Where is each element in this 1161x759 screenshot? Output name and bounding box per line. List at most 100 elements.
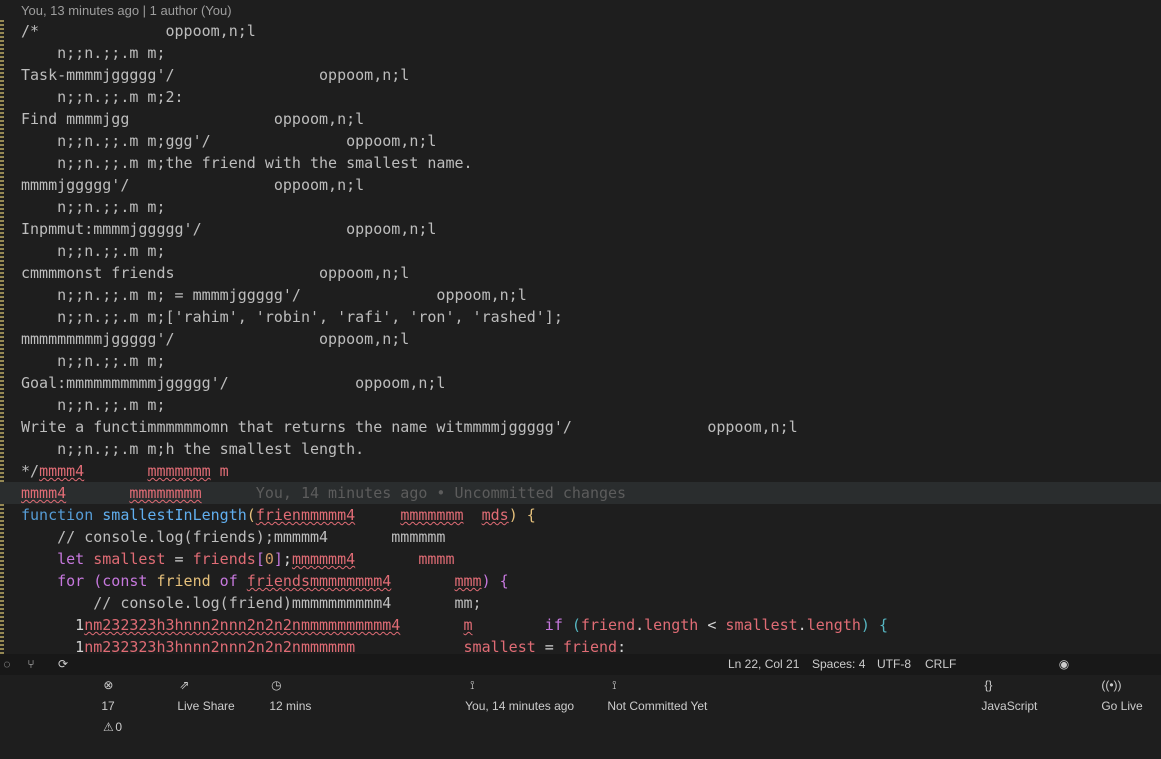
code-token: Inpmmut:mmmmjggggg'/ oppoom,n;l xyxy=(21,220,437,238)
code-line-text: n;;n.;;.m m; xyxy=(21,196,166,218)
code-line[interactable]: /* oppoom,n;l xyxy=(0,20,1161,42)
code-line-text: n;;n.;;.m m;ggg'/ oppoom,n;l xyxy=(21,130,436,152)
commit-icon: ⟟ xyxy=(470,678,475,692)
code-token: = xyxy=(165,550,193,568)
code-token: smallest xyxy=(93,550,166,568)
code-line[interactable]: Write a functimmmmmmomn that returns the… xyxy=(0,416,1161,438)
code-token: smallestInLength xyxy=(102,506,247,524)
code-token: mds xyxy=(481,506,509,524)
code-line-text: mmmmjggggg'/ oppoom,n;l xyxy=(21,174,364,196)
git-blame-status[interactable]: ⟟ You, 14 minutes ago xyxy=(452,654,574,713)
code-line[interactable]: n;;n.;;.m m;h the smallest length. xyxy=(0,438,1161,460)
indentation-selector[interactable]: Spaces: 4 xyxy=(812,654,865,675)
code-line-text: for (const friend of friendsmmmmmmmm4 mm… xyxy=(21,570,509,592)
code-token: { xyxy=(490,572,509,590)
code-line[interactable]: for (const friend of friendsmmmmmmmm4 mm… xyxy=(0,570,1161,592)
code-token: nm232323h3hnnn2nnn2n2n2nmmmmmmmmmm4 xyxy=(84,616,401,634)
code-line[interactable]: n;;n.;;.m m;2: xyxy=(0,86,1161,108)
code-line-text: */mmmm4 mmmmmmm m xyxy=(21,460,229,482)
code-line[interactable]: n;;n.;;.m m; xyxy=(0,240,1161,262)
code-line[interactable]: Task-mmmmjggggg'/ oppoom,n;l xyxy=(0,64,1161,86)
code-token: mmmm4 xyxy=(39,462,85,480)
code-token: n;;n.;;.m m; xyxy=(21,242,166,260)
code-line-text: Task-mmmmjggggg'/ oppoom,n;l xyxy=(21,64,409,86)
go-live-button[interactable]: ((•)) Go Live xyxy=(1088,654,1142,713)
code-line[interactable]: mmmm4 mmmmmmmm You, 14 minutes ago • Unc… xyxy=(0,482,1161,504)
code-line-text: Find mmmmjgg oppoom,n;l xyxy=(21,108,364,130)
time-tracker[interactable]: ◷ 12 mins xyxy=(256,654,311,713)
encoding-selector[interactable]: UTF-8 xyxy=(877,654,911,675)
code-token: mmmm4 xyxy=(21,484,67,502)
sync-icon[interactable]: ⟳ xyxy=(56,654,70,675)
code-token: m xyxy=(210,462,229,480)
code-token: length xyxy=(644,616,699,634)
warning-count: 0 xyxy=(115,720,123,734)
code-line[interactable]: mmmmjggggg'/ oppoom,n;l xyxy=(0,174,1161,196)
remote-icon[interactable]: ◌ xyxy=(0,654,14,675)
code-line[interactable]: cmmmmonst friends oppoom,n;l xyxy=(0,262,1161,284)
code-line-text: n;;n.;;.m m; xyxy=(21,240,166,262)
code-line[interactable]: function smallestInLength(frienmmmmm4 mm… xyxy=(0,504,1161,526)
code-token: friendsmmmmmmmm4 xyxy=(246,572,392,590)
code-line[interactable]: // console.log(friend)mmmmmmmmmm4 mm; xyxy=(0,592,1161,614)
code-line[interactable]: n;;n.;;.m m; xyxy=(0,196,1161,218)
git-blame-header[interactable]: You, 13 minutes ago | 1 author (You) xyxy=(21,2,232,20)
code-line[interactable]: let smallest = friends[0];mmmmmm4 mmmm xyxy=(0,548,1161,570)
source-control-icon[interactable]: ⑂ xyxy=(24,654,38,675)
code-token: of xyxy=(210,572,247,590)
code-line[interactable]: */mmmm4 mmmmmmm m xyxy=(0,460,1161,482)
error-icon: ⊗ xyxy=(103,678,114,692)
code-line[interactable]: Goal:mmmmmmmmmmjggggg'/ oppoom,n;l xyxy=(0,372,1161,394)
code-token: ; xyxy=(282,550,292,568)
code-line[interactable]: n;;n.;;.m m;ggg'/ oppoom,n;l xyxy=(0,130,1161,152)
code-line[interactable]: // console.log(friends);mmmmm4 mmmmmm xyxy=(0,526,1161,548)
code-line[interactable]: mmmmmmmmmjggggg'/ oppoom,n;l xyxy=(0,328,1161,350)
code-token: */ xyxy=(21,462,40,480)
clock-icon: ◷ xyxy=(271,678,282,692)
code-editor[interactable]: /* oppoom,n;l n;;n.;;.m m; Task-mmmmjgggg… xyxy=(0,20,1161,654)
code-line-text: Write a functimmmmmmomn that returns the… xyxy=(21,416,798,438)
commit-status[interactable]: ⟟ Not Committed Yet xyxy=(594,654,707,713)
eol-selector[interactable]: CRLF xyxy=(925,654,956,675)
copilot-icon[interactable]: ◉ xyxy=(1057,654,1071,675)
code-line[interactable]: Find mmmmjgg oppoom,n;l xyxy=(0,108,1161,130)
code-line[interactable]: Inpmmut:mmmmjggggg'/ oppoom,n;l xyxy=(0,218,1161,240)
code-line[interactable]: n;;n.;;.m m;the friend with the smallest… xyxy=(0,152,1161,174)
code-line[interactable]: n;;n.;;.m m; xyxy=(0,42,1161,64)
go-live-label: Go Live xyxy=(1101,699,1143,713)
code-line[interactable]: 1nm232323h3hnnn2nnn2n2n2nmmmmmm smallest… xyxy=(0,636,1161,654)
code-line-text: // console.log(friend)mmmmmmmmmm4 mm; xyxy=(21,592,481,614)
code-token: 1 xyxy=(21,616,85,634)
code-line-text: // console.log(friends);mmmmm4 mmmmmm xyxy=(21,526,445,548)
code-line[interactable]: 1nm232323h3hnnn2nnn2n2n2nmmmmmmmmmm4 m i… xyxy=(0,614,1161,636)
code-line[interactable]: n;;n.;;.m m; = mmmmjggggg'/ oppoom,n;l xyxy=(0,284,1161,306)
code-token: n;;n.;;.m m; xyxy=(21,198,166,216)
code-line-text: n;;n.;;.m m;the friend with the smallest… xyxy=(21,152,472,174)
code-token: mmm xyxy=(454,572,482,590)
cursor-position[interactable]: Ln 22, Col 21 xyxy=(728,654,799,675)
code-line[interactable]: n;;n.;;.m m;['rahim', 'robin', 'rafi', '… xyxy=(0,306,1161,328)
code-line-text: function smallestInLength(frienmmmmm4 mm… xyxy=(21,504,536,526)
code-token: { xyxy=(517,506,536,524)
code-line[interactable]: n;;n.;;.m m; xyxy=(0,350,1161,372)
code-line[interactable]: n;;n.;;.m m; xyxy=(0,394,1161,416)
problems-indicator[interactable]: ⊗ 17 ⚠ 0 xyxy=(88,654,122,734)
code-token: friends xyxy=(192,550,256,568)
status-bar: ◌ ⑂ ⟳ ⊗ 17 ⚠ 0 ⇗ Live Share ◷ 12 mins ⟟ Y… xyxy=(0,654,1161,734)
code-token: You, 14 minutes ago • Uncommitted change… xyxy=(201,484,627,502)
code-token: m xyxy=(463,616,473,634)
language-mode-selector[interactable]: {} JavaScript xyxy=(968,654,1037,713)
live-share-button[interactable]: ⇗ Live Share xyxy=(164,654,234,713)
code-line-text: n;;n.;;.m m; = mmmmjggggg'/ oppoom,n;l xyxy=(21,284,527,306)
code-token: mmmmmm4 xyxy=(291,550,356,568)
code-token: { xyxy=(869,616,888,634)
code-token: n;;n.;;.m m;ggg'/ oppoom,n;l xyxy=(21,132,437,150)
